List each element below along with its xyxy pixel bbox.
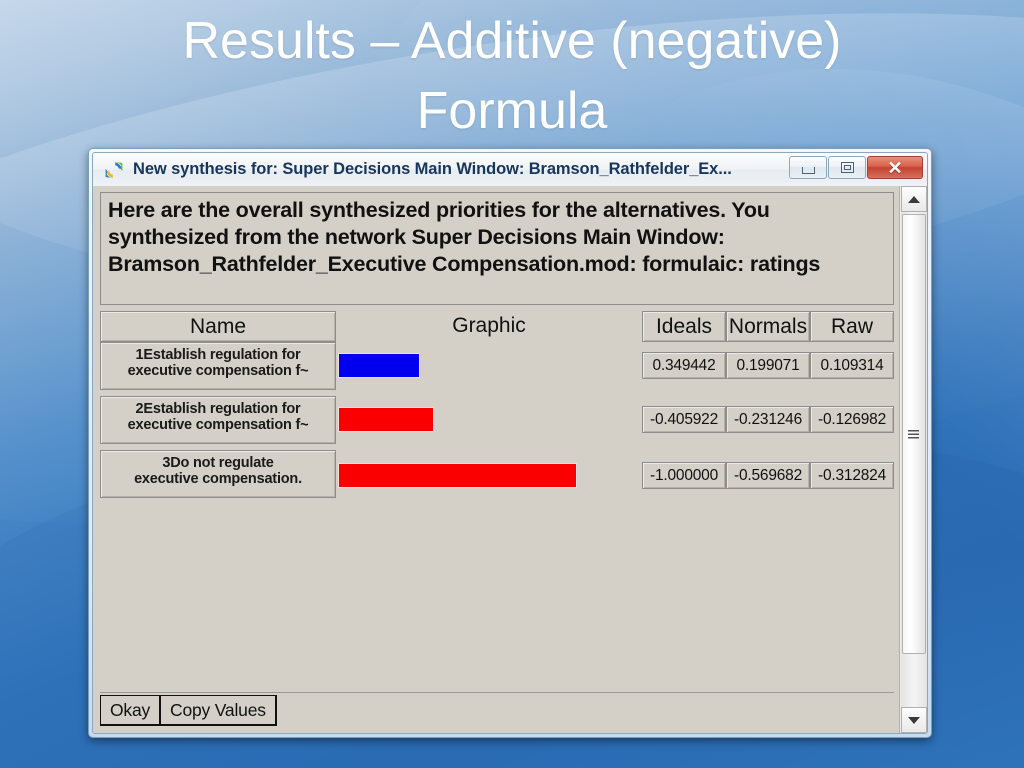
table-row[interactable]: 1Establish regulation for executive comp…	[100, 342, 894, 390]
raw-value: -0.126982	[810, 406, 894, 433]
row1-ideals-cell: 0.349442	[642, 342, 726, 390]
results-table-area: Name Graphic Ideals Normals Raw 1Establi…	[100, 311, 894, 692]
description-text: Here are the overall synthesized priorit…	[108, 198, 821, 277]
window-controls: ✕	[789, 156, 923, 179]
scrollbar-track[interactable]	[900, 212, 927, 707]
content-column: Here are the overall synthesized priorit…	[93, 186, 899, 733]
chevron-up-icon	[907, 195, 920, 203]
header-raw-label: Raw	[810, 311, 894, 342]
scroll-up-button[interactable]	[900, 186, 927, 212]
row3-normals-cell: -0.569682	[726, 450, 810, 498]
row2-normals-cell: -0.231246	[726, 396, 810, 444]
bar-chart-cell	[336, 396, 642, 444]
header-graphic-label: Graphic	[452, 314, 526, 337]
okay-button[interactable]: Okay	[100, 695, 161, 726]
window-client-area: Here are the overall synthesized priorit…	[93, 186, 927, 733]
alternative-name: 2Establish regulation for executive comp…	[100, 396, 336, 444]
bar-chart-cell	[336, 342, 642, 390]
close-icon: ✕	[887, 157, 903, 178]
scrollbar-thumb[interactable]	[901, 214, 926, 654]
normals-value: -0.231246	[726, 406, 810, 433]
table-header-row: Name Graphic Ideals Normals Raw	[100, 311, 894, 342]
sync-refresh-icon	[103, 159, 125, 181]
row1-normals-cell: 0.199071	[726, 342, 810, 390]
row2-graphic-cell	[336, 396, 642, 444]
maximize-button[interactable]	[828, 156, 866, 179]
grip-icon	[908, 429, 919, 439]
bar-chart-cell	[336, 450, 642, 498]
row3-name-cell: 3Do not regulate executive compensation.	[100, 450, 336, 498]
row3-graphic-cell	[336, 450, 642, 498]
normals-value: -0.569682	[726, 462, 810, 489]
header-cell-name: Name	[100, 311, 336, 342]
chevron-down-icon	[907, 716, 920, 724]
row1-name-cell: 1Establish regulation for executive comp…	[100, 342, 336, 390]
normals-value: 0.199071	[726, 352, 810, 379]
dialog-button-bar: Okay Copy Values	[100, 692, 894, 728]
description-panel: Here are the overall synthesized priorit…	[100, 192, 894, 305]
close-button[interactable]: ✕	[867, 156, 923, 179]
window-title-text: New synthesis for: Super Decisions Main …	[133, 160, 732, 178]
copy-values-button[interactable]: Copy Values	[160, 695, 277, 726]
header-cell-ideals: Ideals	[642, 311, 726, 342]
table-row[interactable]: 3Do not regulate executive compensation.	[100, 450, 894, 498]
alternative-name: 1Establish regulation for executive comp…	[100, 342, 336, 390]
vertical-scrollbar[interactable]	[899, 186, 927, 733]
ideals-value: -1.000000	[642, 462, 726, 489]
scroll-down-button[interactable]	[900, 707, 927, 733]
presentation-slide: Results – Additive (negative) Formula Ne…	[0, 0, 1024, 768]
ideals-value: 0.349442	[642, 352, 726, 379]
priority-bar	[338, 407, 434, 432]
maximize-icon	[840, 162, 854, 173]
alternative-name: 3Do not regulate executive compensation.	[100, 450, 336, 498]
header-cell-raw: Raw	[810, 311, 894, 342]
results-table: Name Graphic Ideals Normals Raw 1Establi…	[100, 311, 894, 498]
table-row[interactable]: 2Establish regulation for executive comp…	[100, 396, 894, 444]
row2-name-cell: 2Establish regulation for executive comp…	[100, 396, 336, 444]
application-window: New synthesis for: Super Decisions Main …	[88, 148, 932, 738]
header-ideals-label: Ideals	[642, 311, 726, 342]
minimize-icon	[801, 166, 815, 174]
header-normals-label: Normals	[726, 311, 810, 342]
row2-ideals-cell: -0.405922	[642, 396, 726, 444]
window-inner-frame: New synthesis for: Super Decisions Main …	[92, 152, 928, 734]
minimize-button[interactable]	[789, 156, 827, 179]
priority-bar	[338, 353, 420, 378]
window-title-bar[interactable]: New synthesis for: Super Decisions Main …	[93, 153, 927, 186]
header-cell-normals: Normals	[726, 311, 810, 342]
priority-bar	[338, 463, 577, 488]
raw-value: 0.109314	[810, 352, 894, 379]
ideals-value: -0.405922	[642, 406, 726, 433]
row2-raw-cell: -0.126982	[810, 396, 894, 444]
row3-raw-cell: -0.312824	[810, 450, 894, 498]
raw-value: -0.312824	[810, 462, 894, 489]
row3-ideals-cell: -1.000000	[642, 450, 726, 498]
header-name-label: Name	[100, 311, 336, 342]
header-cell-graphic: Graphic	[336, 311, 642, 342]
row1-graphic-cell	[336, 342, 642, 390]
row1-raw-cell: 0.109314	[810, 342, 894, 390]
slide-title: Results – Additive (negative) Formula	[182, 12, 842, 141]
